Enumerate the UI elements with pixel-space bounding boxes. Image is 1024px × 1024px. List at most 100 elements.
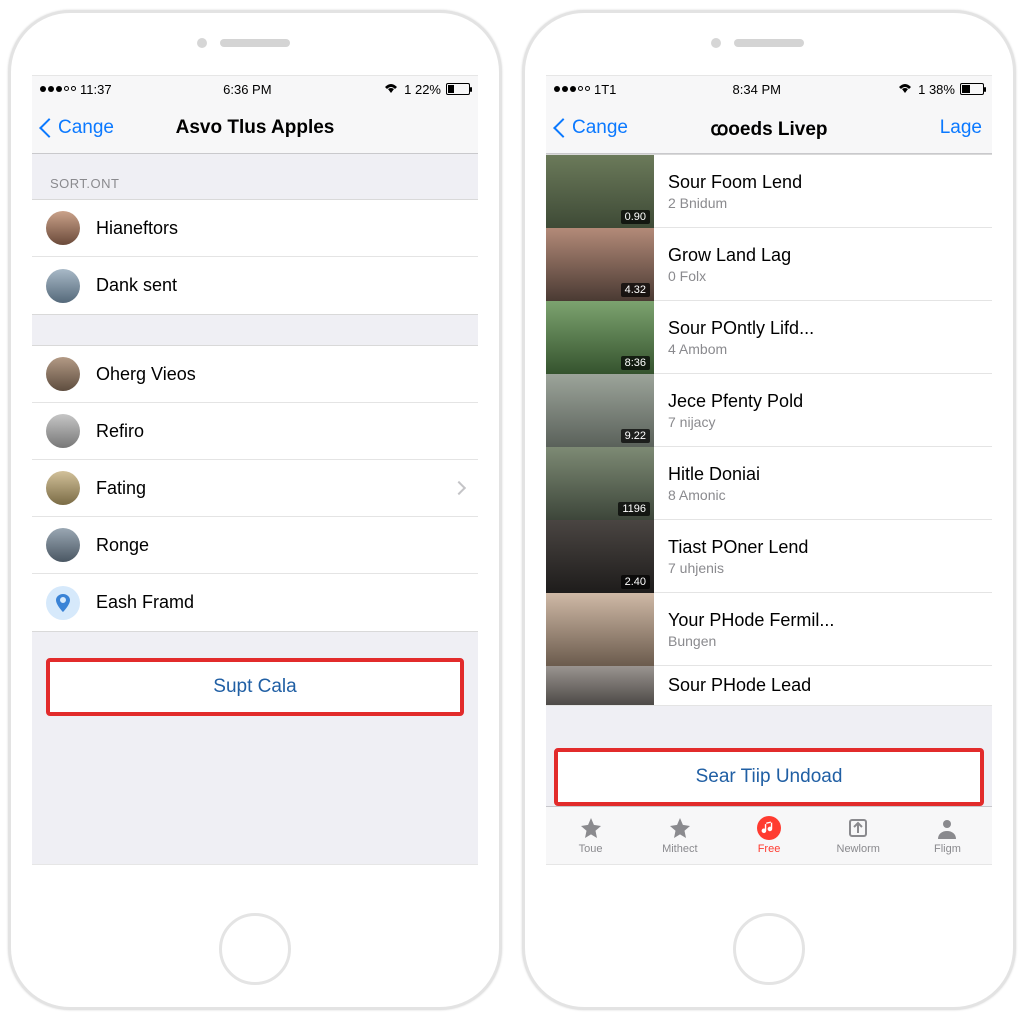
video-thumbnail: 0.90 (546, 155, 654, 228)
video-thumbnail: 4.32 (546, 228, 654, 301)
chevron-right-icon (452, 481, 466, 495)
screen-right: 1T1 8:34 PM 1 38% Cange ꭃoeds Livep Lag (546, 75, 992, 865)
signal-dots-icon (40, 86, 76, 92)
list-item-label: Eash Framd (96, 592, 194, 613)
action-label: Sear Tiip Undoad (696, 766, 843, 788)
status-bar: 11:37 6:36 PM 1 22% (32, 76, 478, 102)
tab-label: Mithect (662, 843, 697, 855)
tab-label: Newlorm (837, 843, 880, 855)
screen-left: 11:37 6:36 PM 1 22% Cange Asvo Tlus Appl… (32, 75, 478, 865)
video-row[interactable]: Your PHode Fermil...Bungen (546, 593, 992, 666)
video-row[interactable]: 1196 Hitle Doniai 8 Amonic (546, 447, 992, 520)
battery-icon (960, 83, 984, 95)
tab-mithect[interactable]: Mithect (635, 807, 724, 864)
section-header: SORT.ONT (32, 154, 478, 199)
list-item[interactable]: Refiro (32, 403, 478, 460)
phone-right: 1T1 8:34 PM 1 38% Cange ꭃoeds Livep Lag (522, 10, 1016, 1010)
avatar (46, 414, 80, 448)
list-item[interactable]: Dank sent (32, 257, 478, 314)
person-icon (935, 816, 959, 840)
action-label: Supt Cala (213, 676, 296, 698)
signal-dots-icon (554, 86, 590, 92)
video-row[interactable]: 2.40 Tiast POner Lend 7 uhjenis (546, 520, 992, 593)
chevron-left-icon (39, 118, 59, 138)
list-item-label: Dank sent (96, 275, 177, 296)
video-title: Sour POntly Lifd... (668, 318, 974, 339)
nav-bar: Cange Asvo Tlus Apples (32, 102, 478, 154)
phone-earpiece (734, 39, 804, 47)
video-subtitle: 8 Amonic (668, 487, 974, 503)
primary-action-button[interactable]: Supt Cala (48, 660, 462, 714)
star-icon (668, 816, 692, 840)
video-list: 0.90 Sour Foom Lend 2 Bnidum 4.32 Grow La… (546, 154, 992, 706)
home-button[interactable] (219, 913, 291, 985)
list-item[interactable]: Eash Framd (32, 574, 478, 631)
avatar (46, 211, 80, 245)
video-title: Tiast POner Lend (668, 537, 974, 558)
tab-bar: Toue Mithect Free Newlorm Fligm (546, 806, 992, 864)
list-item-label: Fating (96, 478, 146, 499)
back-button[interactable]: Cange (556, 117, 628, 139)
video-thumbnail: 8:36 (546, 301, 654, 374)
tab-label: Toue (579, 843, 603, 855)
list-item-label: Ronge (96, 535, 149, 556)
list-group-2: Oherg Vieos Refiro Fating Ronge (32, 345, 478, 632)
tab-newlorm[interactable]: Newlorm (814, 807, 903, 864)
home-button[interactable] (733, 913, 805, 985)
video-duration: 9.22 (621, 429, 650, 443)
list-item[interactable]: Fating (32, 460, 478, 517)
status-time: 8:34 PM (733, 82, 781, 97)
avatar (46, 269, 80, 303)
video-title: Hitle Doniai (668, 464, 974, 485)
video-row[interactable]: 0.90 Sour Foom Lend 2 Bnidum (546, 155, 992, 228)
video-row[interactable]: 4.32 Grow Land Lag 0 Folx (546, 228, 992, 301)
video-subtitle: 4 Ambom (668, 341, 974, 357)
phone-camera (711, 38, 721, 48)
video-title: Sour PHode Lead (668, 675, 980, 696)
list-item[interactable]: Oherg Vieos (32, 346, 478, 403)
list-item[interactable]: Ronge (32, 517, 478, 574)
status-batt-text: 1 38% (918, 82, 955, 97)
list-group-1: Hianeftors Dank sent (32, 199, 478, 315)
video-subtitle: 2 Bnidum (668, 195, 974, 211)
wifi-icon (383, 82, 399, 97)
video-title: Grow Land Lag (668, 245, 974, 266)
star-icon (579, 816, 603, 840)
video-duration: 0.90 (621, 210, 650, 224)
back-button[interactable]: Cange (42, 117, 114, 139)
nav-right-button[interactable]: Lage (940, 117, 982, 139)
video-row[interactable]: Sour PHode Lead (546, 666, 992, 706)
back-label: Cange (58, 117, 114, 139)
primary-action-button[interactable]: Sear Tiip Undoad (556, 750, 982, 804)
tab-label: Fligm (934, 843, 961, 855)
avatar (46, 528, 80, 562)
music-icon (757, 816, 781, 840)
tab-fligm[interactable]: Fligm (903, 807, 992, 864)
status-bar: 1T1 8:34 PM 1 38% (546, 76, 992, 102)
video-subtitle: 7 uhjenis (668, 560, 974, 576)
video-thumbnail (546, 593, 654, 666)
tab-toue[interactable]: Toue (546, 807, 635, 864)
video-duration: 8:36 (621, 356, 650, 370)
video-row[interactable]: 8:36 Sour POntly Lifd... 4 Ambom (546, 301, 992, 374)
upload-icon (846, 816, 870, 840)
video-duration: 2.40 (621, 575, 650, 589)
tab-free[interactable]: Free (724, 807, 813, 864)
video-duration: 1196 (618, 502, 650, 516)
video-title: Sour Foom Lend (668, 172, 974, 193)
status-carrier: 11:37 (80, 82, 112, 97)
video-title: Your PHode Fermil... (668, 610, 974, 631)
battery-icon (446, 83, 470, 95)
status-time: 6:36 PM (223, 82, 271, 97)
wifi-icon (897, 82, 913, 97)
list-item[interactable]: Hianeftors (32, 200, 478, 257)
video-row[interactable]: 9.22 Jece Pfenty Pold7 nijacy (546, 374, 992, 447)
list-item-label: Refiro (96, 421, 144, 442)
avatar (46, 471, 80, 505)
video-subtitle: 0 Folx (668, 268, 974, 284)
nav-bar: Cange ꭃoeds Livep Lage (546, 102, 992, 154)
video-subtitle: 7 nijacy (668, 414, 974, 430)
status-carrier: 1T1 (594, 82, 616, 97)
list-item-label: Hianeftors (96, 218, 178, 239)
chevron-left-icon (553, 118, 573, 138)
